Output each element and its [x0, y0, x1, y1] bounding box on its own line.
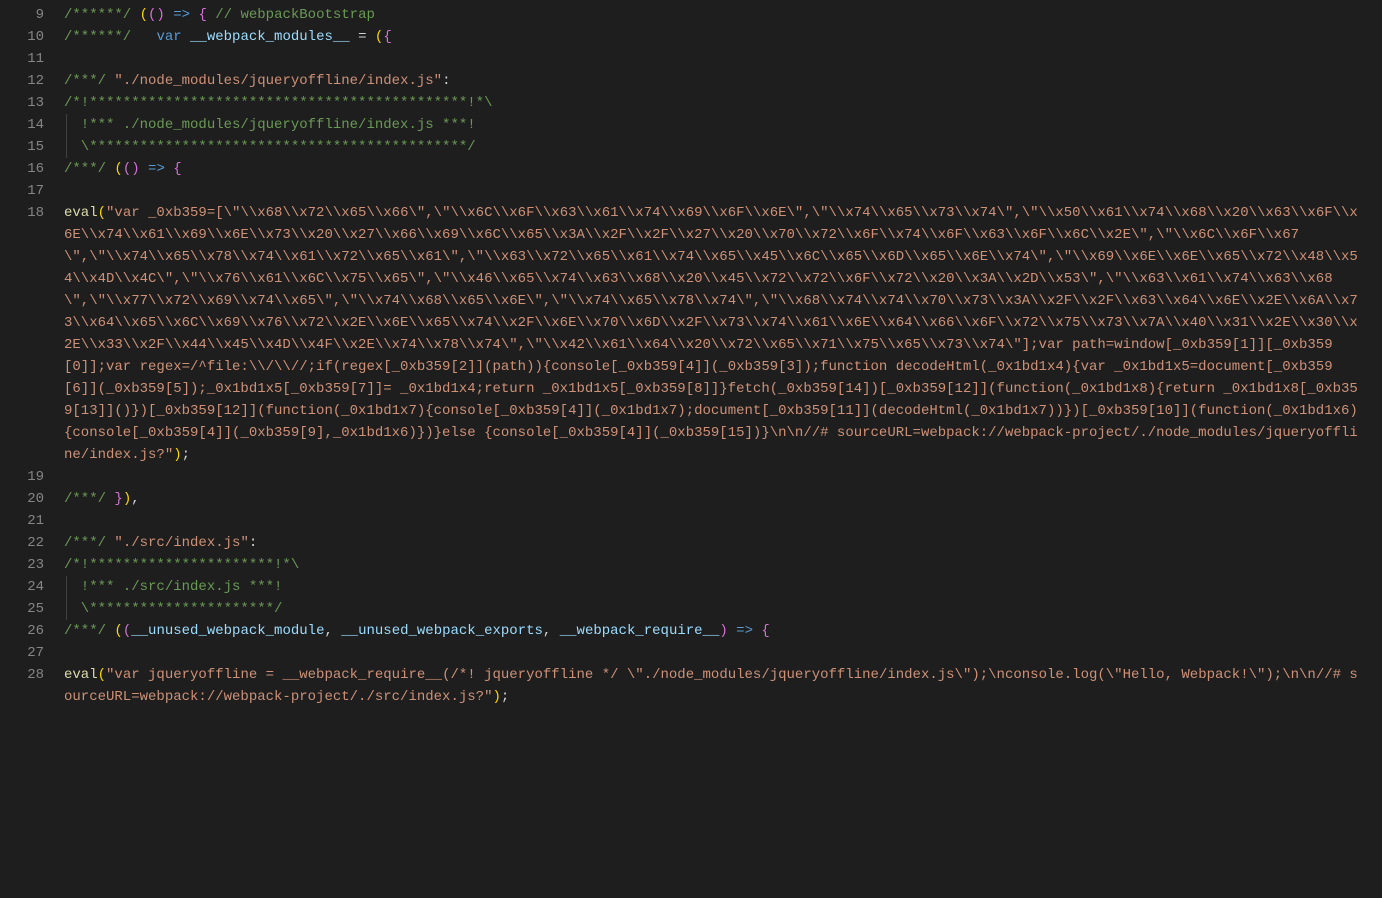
- token: "var _0xb359=[\"\\x68\\x72\\x65\\x66\",\…: [64, 205, 1358, 463]
- token: // webpackBootstrap: [207, 7, 375, 23]
- token: (: [98, 205, 106, 221]
- token: eval: [64, 205, 98, 221]
- token: "./src/index.js": [114, 535, 248, 551]
- token: __webpack_modules__: [190, 29, 350, 45]
- code-content[interactable]: /***/ }),: [64, 488, 1362, 510]
- code-content[interactable]: !*** ./node_modules/jqueryoffline/index.…: [64, 114, 1362, 136]
- code-content[interactable]: [64, 510, 1362, 532]
- token: (: [140, 7, 148, 23]
- token: (): [123, 161, 140, 177]
- token: /***/: [64, 491, 114, 507]
- line-number: 15: [16, 136, 44, 158]
- token: /***/: [64, 623, 114, 639]
- line-number: 21: [16, 510, 44, 532]
- token: eval: [64, 667, 98, 683]
- code-content[interactable]: eval("var _0xb359=[\"\\x68\\x72\\x65\\x6…: [64, 202, 1362, 466]
- token: ,: [324, 623, 341, 639]
- line-number: 9: [16, 4, 44, 26]
- line-number: 10: [16, 26, 44, 48]
- line-number: 11: [16, 48, 44, 70]
- token: ): [719, 623, 727, 639]
- token: ): [492, 689, 500, 705]
- token: =>: [165, 7, 199, 23]
- code-content[interactable]: /*!*************************************…: [64, 92, 1362, 114]
- code-area[interactable]: /******/ (() => { // webpackBootstrap/**…: [64, 4, 1382, 708]
- line-number: 18: [16, 202, 44, 466]
- code-content[interactable]: eval("var jqueryoffline = __webpack_requ…: [64, 664, 1362, 708]
- line-number: 12: [16, 70, 44, 92]
- token: (: [114, 161, 122, 177]
- token: var: [156, 29, 190, 45]
- token: (: [114, 623, 122, 639]
- line-number: 19: [16, 466, 44, 488]
- token: {: [383, 29, 391, 45]
- token: __unused_webpack_exports: [341, 623, 543, 639]
- token: /*!*************************************…: [64, 95, 492, 111]
- token: !*** ./node_modules/jqueryoffline/index.…: [64, 117, 476, 133]
- line-number: 26: [16, 620, 44, 642]
- token: =>: [728, 623, 762, 639]
- token: __unused_webpack_module: [131, 623, 324, 639]
- code-content[interactable]: /***/ "./src/index.js":: [64, 532, 1362, 554]
- code-content[interactable]: /***/ ((__unused_webpack_module, __unuse…: [64, 620, 1362, 642]
- token: (: [98, 667, 106, 683]
- line-number: 16: [16, 158, 44, 180]
- token: /***/: [64, 161, 114, 177]
- code-editor[interactable]: 910111213141516171819202122232425262728 …: [0, 0, 1382, 708]
- token: :: [249, 535, 257, 551]
- token: }: [114, 491, 122, 507]
- token: {: [198, 7, 206, 23]
- code-content[interactable]: [64, 48, 1362, 70]
- line-number: 23: [16, 554, 44, 576]
- token: /*!**********************!*\: [64, 557, 299, 573]
- line-number: 17: [16, 180, 44, 202]
- code-content[interactable]: [64, 466, 1362, 488]
- line-number-gutter: 910111213141516171819202122232425262728: [0, 4, 64, 708]
- token: ,: [543, 623, 560, 639]
- line-number: 13: [16, 92, 44, 114]
- line-number: 28: [16, 664, 44, 708]
- token: :: [442, 73, 450, 89]
- line-number: 22: [16, 532, 44, 554]
- token: /******/: [64, 29, 131, 45]
- token: /***/: [64, 73, 114, 89]
- token: (: [123, 623, 131, 639]
- token: =: [350, 29, 375, 45]
- token: ): [173, 447, 181, 463]
- token: __webpack_require__: [560, 623, 720, 639]
- token: \**********************/: [64, 601, 282, 617]
- code-content[interactable]: [64, 180, 1362, 202]
- token: "var jqueryoffline = __webpack_require__…: [64, 667, 1358, 705]
- code-content[interactable]: !*** ./src/index.js ***!: [64, 576, 1362, 598]
- token: ;: [182, 447, 190, 463]
- token: (): [148, 7, 165, 23]
- token: [131, 29, 156, 45]
- line-number: 14: [16, 114, 44, 136]
- line-number: 25: [16, 598, 44, 620]
- token: !*** ./src/index.js ***!: [64, 579, 282, 595]
- line-number: 24: [16, 576, 44, 598]
- code-content[interactable]: /******/ (() => { // webpackBootstrap: [64, 4, 1362, 26]
- code-content[interactable]: /***/ "./node_modules/jqueryoffline/inde…: [64, 70, 1362, 92]
- code-content[interactable]: \***************************************…: [64, 136, 1362, 158]
- line-number: 27: [16, 642, 44, 664]
- token: {: [761, 623, 769, 639]
- token: \***************************************…: [64, 139, 476, 155]
- token: =>: [140, 161, 174, 177]
- token: /***/: [64, 535, 114, 551]
- token: "./node_modules/jqueryoffline/index.js": [114, 73, 442, 89]
- code-content[interactable]: \**********************/: [64, 598, 1362, 620]
- code-content[interactable]: /***/ (() => {: [64, 158, 1362, 180]
- token: /******/: [64, 7, 140, 23]
- code-content[interactable]: [64, 642, 1362, 664]
- token: ): [123, 491, 131, 507]
- code-content[interactable]: /******/ var __webpack_modules__ = ({: [64, 26, 1362, 48]
- token: ,: [131, 491, 139, 507]
- token: ;: [501, 689, 509, 705]
- line-number: 20: [16, 488, 44, 510]
- token: {: [173, 161, 181, 177]
- code-content[interactable]: /*!**********************!*\: [64, 554, 1362, 576]
